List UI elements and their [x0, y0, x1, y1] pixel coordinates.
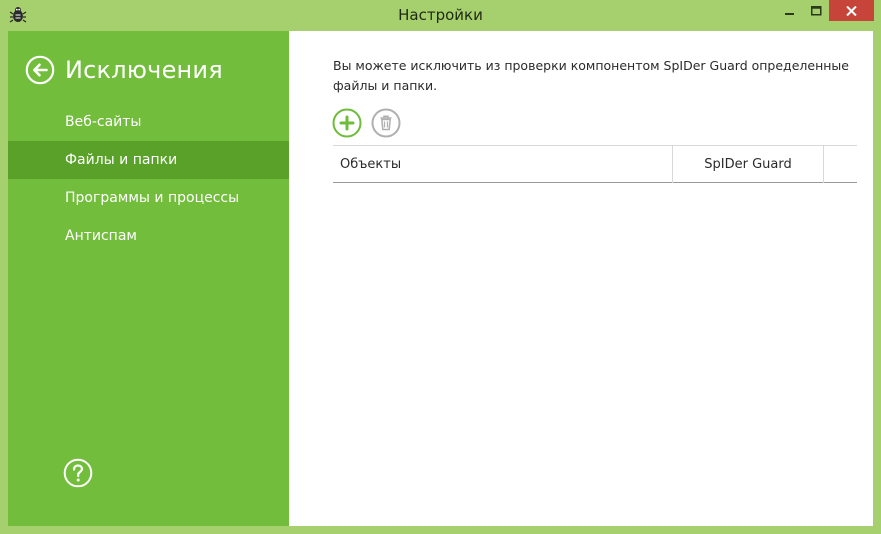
- sidebar-item-files-folders[interactable]: Файлы и папки: [8, 141, 289, 179]
- sidebar: Исключения Веб-сайты Файлы и папки Прогр…: [8, 31, 289, 526]
- section-title: Исключения: [65, 56, 223, 84]
- close-icon: [846, 5, 857, 16]
- maximize-button[interactable]: [803, 0, 829, 21]
- sidebar-item-antispam[interactable]: Антиспам: [8, 217, 289, 255]
- close-button[interactable]: [829, 0, 874, 21]
- main-panel: Вы можете исключить из проверки компонен…: [289, 31, 873, 526]
- window-title: Настройки: [398, 6, 483, 24]
- sidebar-item-programs-processes[interactable]: Программы и процессы: [8, 179, 289, 217]
- minimize-button[interactable]: [776, 0, 803, 21]
- maximize-icon: [810, 5, 821, 15]
- delete-button[interactable]: [371, 108, 401, 138]
- minimize-icon: [784, 12, 794, 15]
- column-header-spider-guard[interactable]: SpIDer Guard: [673, 146, 823, 183]
- table-toolbar: [332, 108, 401, 138]
- column-divider[interactable]: [823, 146, 824, 183]
- column-header-objects[interactable]: Объекты: [340, 146, 670, 183]
- sidebar-item-websites[interactable]: Веб-сайты: [8, 103, 289, 141]
- sidebar-nav: Веб-сайты Файлы и папки Программы и проц…: [8, 103, 289, 255]
- sidebar-header: Исключения: [25, 53, 223, 87]
- add-button[interactable]: [332, 108, 362, 138]
- settings-window: Настройки Исключения Веб-сайты Файлы и п…: [0, 0, 881, 534]
- title-bar: Настройки: [0, 0, 881, 31]
- arrow-left-circle-icon[interactable]: [25, 55, 55, 85]
- exclusions-table-header: Объекты SpIDer Guard: [333, 145, 857, 183]
- question-circle-icon[interactable]: [63, 458, 93, 488]
- exclusions-description: Вы можете исключить из проверки компонен…: [333, 58, 849, 93]
